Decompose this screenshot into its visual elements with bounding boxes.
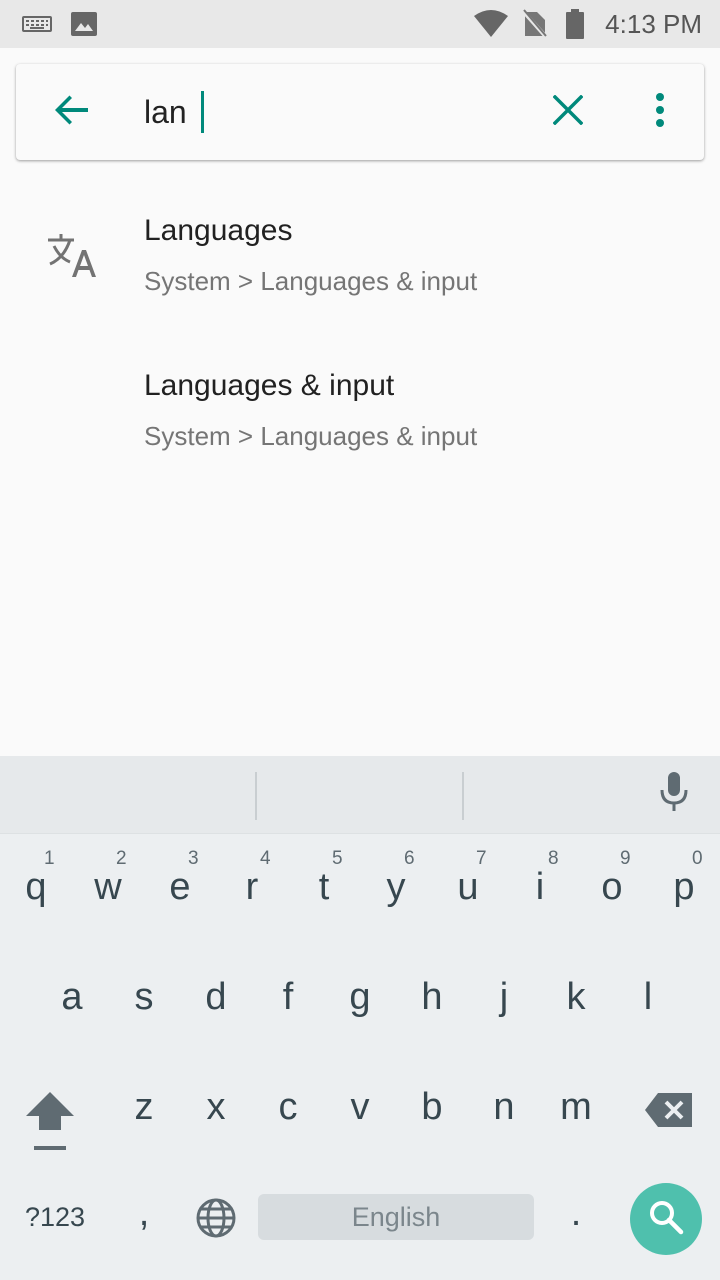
wifi-icon [472,0,510,48]
suggestion-divider [462,772,464,820]
result-breadcrumb: System > Languages & input [144,266,478,296]
suggestion-strip [0,756,720,834]
arrow-back-icon [54,92,90,132]
key-l[interactable]: l [612,950,684,1050]
result-title: Languages & input [144,369,395,402]
key-k[interactable]: k [540,950,612,1050]
key-h[interactable]: h [396,950,468,1050]
key-n[interactable]: n [468,1060,540,1160]
keyboard-icon [20,0,54,48]
key-g[interactable]: g [324,950,396,1050]
key-y[interactable]: 6y [360,840,432,940]
backspace-icon [644,1092,694,1133]
more-options-button[interactable] [628,64,692,160]
backspace-key[interactable] [630,1060,710,1160]
key-i[interactable]: 8i [504,840,576,940]
globe-icon [196,1198,236,1243]
key-u[interactable]: 7u [432,840,504,940]
key-p[interactable]: 0p [648,840,720,940]
result-breadcrumb: System > Languages & input [144,421,478,451]
search-bar [16,64,704,160]
no-sim-icon [520,0,550,48]
key-c[interactable]: c [252,1060,324,1160]
translate-icon [44,232,96,282]
key-d[interactable]: d [180,950,252,1050]
key-t[interactable]: 5t [288,840,360,940]
back-button[interactable] [40,64,104,160]
key-r[interactable]: 4r [216,840,288,940]
suggestion-divider [255,772,257,820]
soft-keyboard: 1q 2w 3e 4r 5t 6y 7u 8i 9o 0p a s d f g … [0,756,720,1280]
key-j[interactable]: j [468,950,540,1050]
key-q[interactable]: 1q [0,840,72,940]
close-icon [552,94,584,129]
key-w[interactable]: 2w [72,840,144,940]
key-v[interactable]: v [324,1060,396,1160]
key-a[interactable]: a [36,950,108,1050]
period-key[interactable]: . [540,1170,612,1270]
space-bar[interactable]: English [258,1194,534,1240]
search-icon [648,1199,684,1239]
result-title: Languages [144,214,293,247]
shift-icon [24,1088,76,1157]
comma-key[interactable]: , [108,1170,180,1270]
key-s[interactable]: s [108,950,180,1050]
search-key[interactable] [630,1183,702,1255]
key-z[interactable]: z [108,1060,180,1160]
shift-key[interactable] [14,1060,86,1160]
key-b[interactable]: b [396,1060,468,1160]
microphone-icon [659,771,689,817]
voice-input-button[interactable] [644,764,704,824]
battery-icon [564,0,586,48]
symbols-key[interactable]: ?123 [14,1170,96,1270]
text-cursor [201,91,204,133]
key-o[interactable]: 9o [576,840,648,940]
language-key[interactable] [180,1170,252,1270]
key-f[interactable]: f [252,950,324,1050]
clear-search-button[interactable] [536,64,600,160]
key-m[interactable]: m [540,1060,612,1160]
key-e[interactable]: 3e [144,840,216,940]
key-x[interactable]: x [180,1060,252,1160]
image-icon [70,0,98,48]
search-results: Languages System > Languages & input Lan… [0,176,720,750]
status-bar: 4:13 PM [0,0,720,48]
result-item-languages-input[interactable]: Languages & input System > Languages & i… [0,331,720,486]
result-item-languages[interactable]: Languages System > Languages & input [0,176,720,331]
status-time: 4:13 PM [605,9,702,39]
more-vert-icon [655,93,665,131]
